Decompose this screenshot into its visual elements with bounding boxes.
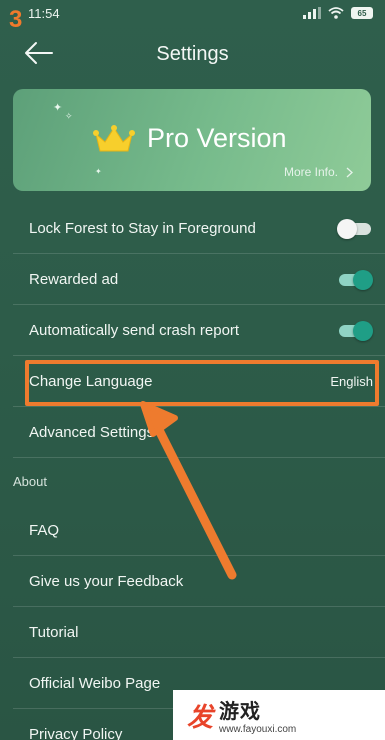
watermark-name: 游戏 — [219, 701, 262, 723]
setting-lock-forest[interactable]: Lock Forest to Stay in Foreground — [13, 203, 385, 254]
status-icons: 65 — [303, 7, 373, 19]
crash-report-toggle[interactable] — [337, 320, 373, 341]
watermark-url: www.fayouxi.com — [219, 724, 297, 735]
setting-label: Lock Forest to Stay in Foreground — [29, 219, 256, 237]
about-item-label: FAQ — [29, 521, 60, 539]
setting-label: Advanced Settings — [29, 423, 155, 441]
pro-version-title: Pro Version — [147, 123, 287, 153]
about-item-tutorial[interactable]: Tutorial — [13, 607, 385, 658]
setting-label: Rewarded ad — [29, 270, 119, 288]
setting-change-language[interactable]: Change Language English — [13, 356, 385, 407]
sparkle-icon: ✧ — [65, 111, 73, 121]
about-item-faq[interactable]: FAQ — [13, 505, 385, 556]
rewarded-ad-toggle[interactable] — [337, 269, 373, 290]
more-info-link[interactable]: More Info. — [284, 165, 353, 179]
about-item-label: Give us your Feedback — [29, 572, 184, 590]
wifi-icon — [328, 7, 344, 19]
setting-crash-report[interactable]: Automatically send crash report — [13, 305, 385, 356]
lock-forest-toggle[interactable] — [337, 218, 373, 239]
status-time: 11:54 — [28, 5, 60, 21]
setting-label: Change Language — [29, 372, 153, 390]
battery-level: 65 — [357, 8, 367, 18]
battery-icon: 65 — [351, 7, 373, 19]
back-arrow-icon — [25, 42, 53, 64]
watermark-logo: 发 — [187, 701, 214, 732]
about-item-feedback[interactable]: Give us your Feedback — [13, 556, 385, 607]
setting-advanced[interactable]: Advanced Settings — [13, 407, 385, 458]
about-section-header: About — [13, 474, 47, 489]
crown-icon — [93, 124, 135, 151]
about-item-label: Official Weibo Page — [29, 674, 161, 692]
more-info-label: More Info. — [283, 165, 338, 179]
page-title: Settings — [156, 42, 229, 65]
app-bar: Settings — [0, 28, 385, 80]
signal-icon — [303, 7, 321, 19]
status-bar: 11:54 65 — [0, 0, 385, 26]
chevron-right-icon — [346, 167, 353, 177]
settings-list: Lock Forest to Stay in Foreground Reward… — [0, 203, 385, 740]
about-item-label: Privacy Policy — [29, 726, 123, 740]
sparkle-icon: ✦ — [95, 167, 102, 176]
back-button[interactable] — [24, 40, 54, 66]
setting-rewarded-ad[interactable]: Rewarded ad — [13, 254, 385, 305]
setting-label: Automatically send crash report — [29, 321, 240, 339]
language-value: English — [330, 373, 373, 389]
about-item-label: Tutorial — [29, 623, 79, 641]
pro-version-card[interactable]: ✦ ✧ ✦ Pro Version More Info. — [13, 89, 371, 191]
watermark: 发 游戏 www.fayouxi.com — [173, 690, 385, 740]
sparkle-icon: ✦ — [53, 102, 63, 114]
